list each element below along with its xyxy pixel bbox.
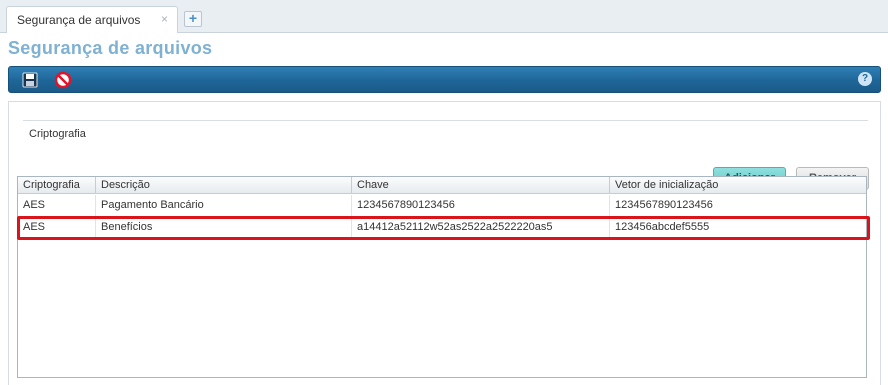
page-title: Segurança de arquivos [8, 38, 213, 58]
cell-chave: a14412a52112w52as2522a2522220as5 [352, 217, 610, 238]
cell-criptografia: AES [18, 195, 96, 216]
tab-bar: Segurança de arquivos × + [0, 0, 888, 33]
cell-descricao: Benefícios [96, 217, 352, 238]
save-icon[interactable] [21, 71, 39, 89]
column-header-chave[interactable]: Chave [352, 177, 610, 194]
encryption-table: Criptografia Descrição Chave Vetor de in… [17, 176, 867, 378]
help-icon[interactable]: ? [858, 72, 872, 86]
section-legend: Criptografia [29, 128, 86, 140]
add-tab-button[interactable]: + [184, 11, 202, 27]
toolbar: ? [8, 66, 881, 93]
cell-vetor: 1234567890123456 [615, 199, 713, 211]
close-icon[interactable]: × [161, 12, 168, 26]
cell-chave: 1234567890123456 [352, 195, 610, 216]
table-header: Criptografia Descrição Chave Vetor de in… [18, 177, 866, 194]
table-row[interactable]: AES Benefícios a14412a52112w52as2522a252… [18, 217, 866, 239]
column-header-vetor[interactable]: Vetor de inicialização [610, 177, 866, 194]
cell-descricao: Pagamento Bancário [96, 195, 352, 216]
tab-seguranca-de-arquivos[interactable]: Segurança de arquivos × [6, 6, 178, 33]
cell-criptografia: AES [18, 217, 96, 238]
tab-label[interactable]: Segurança de arquivos [17, 13, 140, 27]
table-row[interactable]: AES Pagamento Bancário 1234567890123456 … [18, 195, 866, 217]
cell-vetor: 123456abcdef5555 [615, 221, 710, 233]
column-header-descricao[interactable]: Descrição [96, 177, 352, 194]
column-header-criptografia[interactable]: Criptografia [18, 177, 96, 194]
cancel-icon[interactable] [54, 71, 72, 89]
